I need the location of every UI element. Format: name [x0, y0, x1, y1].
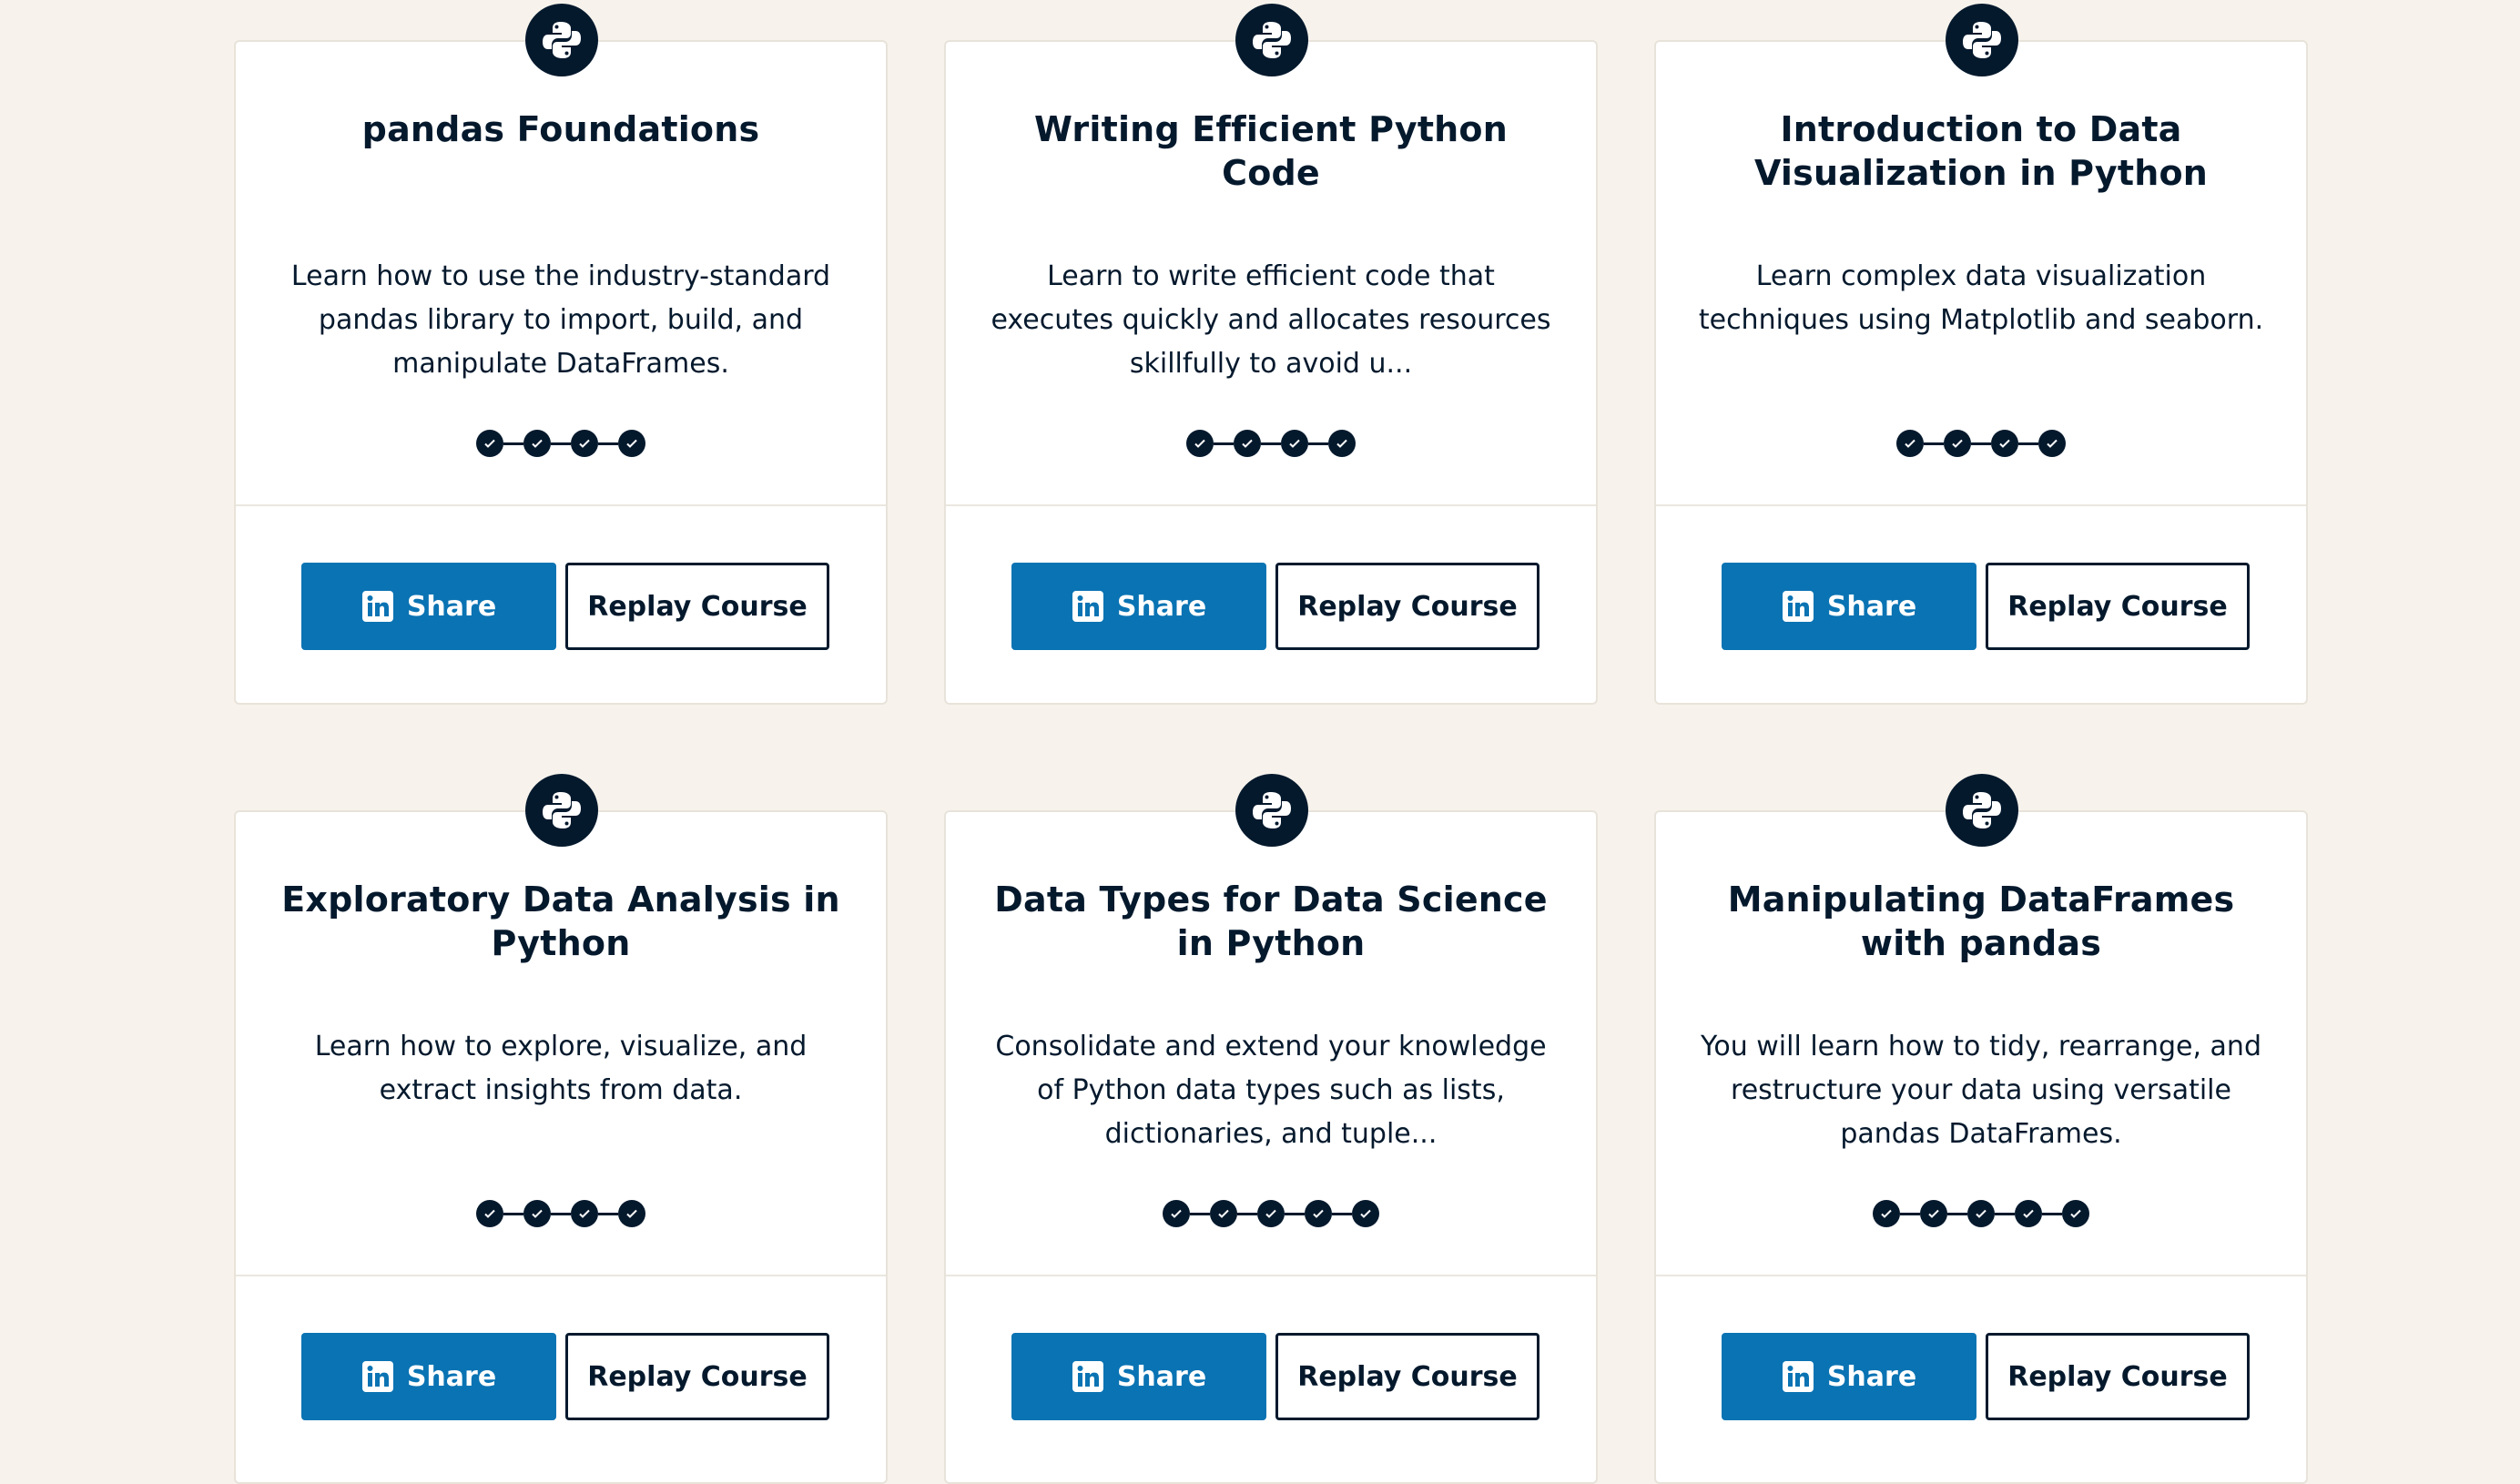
card-divider [236, 1275, 886, 1276]
check-icon [1210, 1200, 1237, 1227]
card-actions: Share Replay Course [301, 1333, 829, 1420]
course-title: Manipulating DataFrames with pandas [1727, 879, 2235, 963]
python-badge [1235, 4, 1308, 76]
python-icon [1963, 792, 2001, 828]
card-divider [946, 1275, 1596, 1276]
share-button-label: Share [406, 1360, 497, 1393]
chapter-progress [1656, 1198, 2306, 1229]
replay-course-button[interactable]: Replay Course [565, 1333, 829, 1420]
chapter-progress [236, 1198, 886, 1229]
check-icon [1967, 1200, 1995, 1227]
python-badge [525, 4, 598, 76]
python-badge [525, 774, 598, 847]
progress-connector [1995, 1212, 2015, 1215]
check-icon [1920, 1200, 1947, 1227]
linkedin-icon [1072, 1361, 1103, 1392]
progress-connector [1332, 1212, 1352, 1215]
check-icon [571, 1200, 598, 1227]
course-description: You will learn how to tidy, rearrange, a… [1701, 1031, 2261, 1150]
linkedin-icon [1782, 1361, 1814, 1392]
check-icon [1352, 1200, 1379, 1227]
linkedin-icon [361, 1361, 393, 1392]
card-actions: Share Replay Course [1011, 1333, 1539, 1420]
card-body: Exploratory Data Analysis in Python Lear… [234, 810, 888, 1484]
python-badge [1235, 774, 1308, 847]
course-description: Consolidate and extend your knowledge of… [995, 1031, 1547, 1150]
python-icon [543, 22, 581, 58]
progress-connector [503, 1212, 523, 1215]
chapter-progress [946, 1198, 1596, 1229]
progress-connector [1237, 1212, 1257, 1215]
course-grid: pandas Foundations Learn how to use the … [234, 0, 2310, 1484]
course-card: Exploratory Data Analysis in Python Lear… [234, 0, 889, 1484]
python-badge [1946, 4, 2018, 76]
progress-connector [1900, 1212, 1920, 1215]
python-badge [1946, 774, 2018, 847]
share-button-label: Share [1116, 1360, 1207, 1393]
course-card: Data Types for Data Science in Python Co… [944, 0, 1600, 1484]
course-title: Exploratory Data Analysis in Python [281, 879, 840, 963]
share-linkedin-button[interactable]: Share [301, 1333, 556, 1420]
course-title: Data Types for Data Science in Python [994, 879, 1548, 963]
share-linkedin-button[interactable]: Share [1011, 1333, 1266, 1420]
check-icon [476, 1200, 503, 1227]
replay-course-button[interactable]: Replay Course [1275, 1333, 1539, 1420]
check-icon [2015, 1200, 2042, 1227]
course-description: Learn how to explore, visualize, and ext… [314, 1031, 808, 1106]
python-icon [1253, 792, 1291, 828]
python-icon [1253, 22, 1291, 58]
python-icon [1963, 22, 2001, 58]
progress-connector [598, 1212, 618, 1215]
card-body: Data Types for Data Science in Python Co… [944, 810, 1598, 1484]
progress-connector [2042, 1212, 2062, 1215]
check-icon [1257, 1200, 1285, 1227]
progress-connector [1190, 1212, 1210, 1215]
check-icon [1305, 1200, 1332, 1227]
check-icon [1873, 1200, 1900, 1227]
card-divider [1656, 1275, 2306, 1276]
progress-connector [1947, 1212, 1967, 1215]
python-icon [543, 792, 581, 828]
check-icon [523, 1200, 551, 1227]
check-icon [2062, 1200, 2089, 1227]
progress-connector [1285, 1212, 1305, 1215]
card-body: Manipulating DataFrames with pandas You … [1654, 810, 2308, 1484]
check-icon [1163, 1200, 1190, 1227]
check-icon [618, 1200, 645, 1227]
share-button-label: Share [1826, 1360, 1917, 1393]
progress-connector [551, 1212, 571, 1215]
share-linkedin-button[interactable]: Share [1722, 1333, 1976, 1420]
replay-course-button[interactable]: Replay Course [1986, 1333, 2250, 1420]
course-card: Manipulating DataFrames with pandas You … [1654, 0, 2310, 1484]
card-actions: Share Replay Course [1722, 1333, 2250, 1420]
